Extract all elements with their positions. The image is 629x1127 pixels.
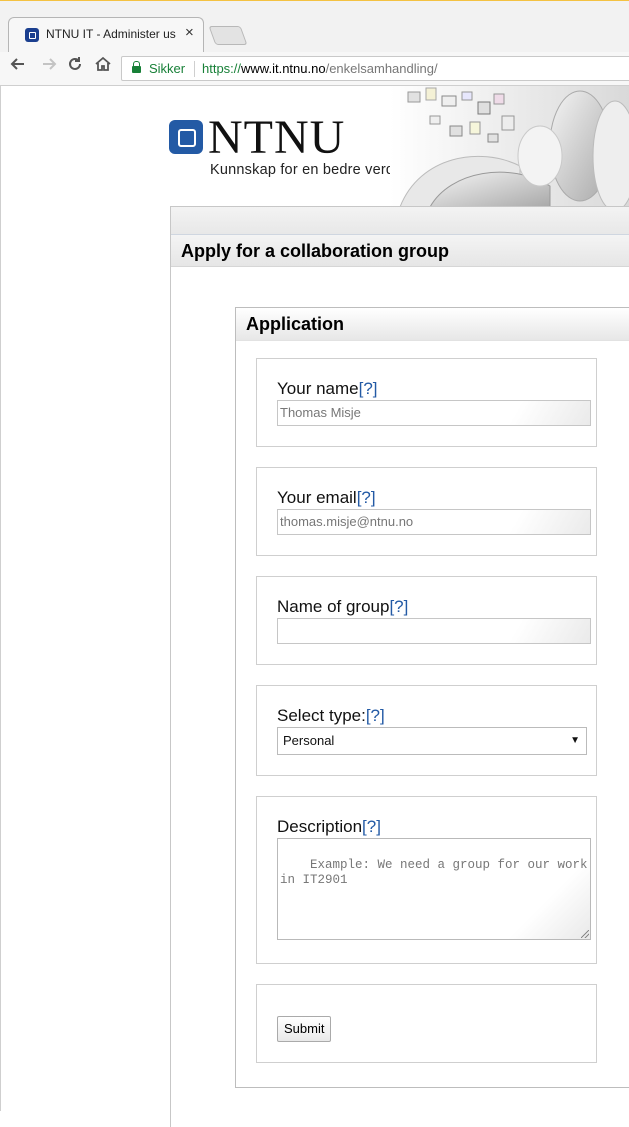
type-select-value: Personal — [283, 733, 335, 748]
home-icon[interactable] — [94, 55, 112, 78]
email-field[interactable]: thomas.misje@ntnu.no — [277, 509, 591, 535]
group-name-field[interactable] — [277, 618, 591, 644]
back-arrow-icon[interactable] — [9, 55, 27, 78]
type-select[interactable]: Personal ▼ — [277, 727, 587, 755]
url-text: https://www.it.ntnu.no/enkelsamhandling/ — [202, 61, 438, 76]
browser-tabstrip: NTNU IT - Administer us × — [0, 0, 629, 52]
ntnu-logo-icon[interactable] — [169, 120, 203, 154]
description-label-text: Description — [277, 817, 363, 836]
submit-button[interactable]: Submit — [277, 1016, 332, 1042]
header-banner-image — [390, 86, 629, 207]
new-tab-button[interactable] — [208, 26, 248, 45]
secure-label: Sikker — [149, 61, 186, 76]
panel-top-bar — [171, 207, 629, 235]
email-label: Your email[?] — [277, 488, 376, 508]
window-left-border — [0, 86, 1, 1111]
description-fieldset: Description[?] Example: We need a group … — [256, 796, 597, 964]
forward-arrow-icon[interactable] — [40, 55, 58, 78]
lock-icon — [132, 61, 141, 73]
email-help-link[interactable]: [?] — [357, 488, 376, 507]
dropdown-arrow-icon: ▼ — [570, 735, 580, 746]
type-label-text: Select type: — [277, 706, 366, 725]
close-tab-icon[interactable]: × — [185, 24, 194, 41]
browser-toolbar: Sikker https://www.it.ntnu.no/enkelsamha… — [0, 52, 629, 86]
name-fieldset: Your name[?] Thomas Misje — [256, 358, 597, 447]
address-bar[interactable]: Sikker https://www.it.ntnu.no/enkelsamha… — [121, 56, 629, 81]
description-label: Description[?] — [277, 817, 381, 837]
tab-title: NTNU IT - Administer us — [46, 27, 176, 41]
name-help-link[interactable]: [?] — [359, 379, 378, 398]
name-label-text: Your name — [277, 379, 359, 398]
reload-icon[interactable] — [66, 55, 84, 78]
address-separator — [194, 61, 195, 77]
type-help-link[interactable]: [?] — [366, 706, 385, 725]
type-label: Select type:[?] — [277, 706, 385, 726]
name-field[interactable]: Thomas Misje — [277, 400, 591, 426]
logo-text[interactable]: NTNU — [208, 110, 345, 165]
description-help-link[interactable]: [?] — [362, 817, 381, 836]
browser-tab[interactable]: NTNU IT - Administer us × — [8, 17, 204, 52]
group-fieldset: Name of group[?] — [256, 576, 597, 665]
window-top-border — [0, 0, 629, 1]
url-path: /enkelsamhandling/ — [325, 61, 438, 76]
submit-fieldset: Submit — [256, 984, 597, 1063]
email-label-text: Your email — [277, 488, 357, 507]
email-fieldset: Your email[?] thomas.misje@ntnu.no — [256, 467, 597, 556]
tagline: Kunnskap for en bedre verden — [210, 162, 411, 178]
description-placeholder: Example: We need a group for our work in… — [280, 858, 596, 887]
url-host: www.it.ntnu.no — [241, 61, 326, 76]
form-header: Application — [236, 308, 629, 341]
resize-handle-icon[interactable] — [581, 930, 589, 938]
type-fieldset: Select type:[?] Personal ▼ — [256, 685, 597, 776]
url-scheme: https:// — [202, 61, 242, 76]
group-label-text: Name of group — [277, 597, 390, 616]
name-label: Your name[?] — [277, 379, 378, 399]
page-title: Apply for a collaboration group — [181, 241, 450, 261]
description-textarea[interactable]: Example: We need a group for our work in… — [277, 838, 591, 940]
ntnu-favicon-icon — [25, 28, 39, 42]
group-help-link[interactable]: [?] — [389, 597, 408, 616]
group-label: Name of group[?] — [277, 597, 408, 617]
form-title: Application — [246, 314, 344, 334]
